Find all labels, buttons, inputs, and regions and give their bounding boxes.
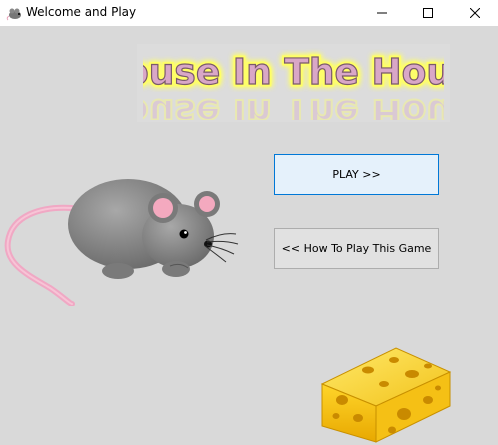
- how-to-play-button[interactable]: << How To Play This Game: [274, 228, 439, 269]
- maximize-icon: [423, 8, 433, 18]
- title-bar: Welcome and Play: [0, 0, 498, 26]
- game-title: Mouse In The House Mouse In The House: [143, 50, 444, 93]
- close-button[interactable]: [452, 0, 498, 26]
- maximize-button[interactable]: [405, 0, 451, 26]
- window-client-area: Mouse In The House Mouse In The House Mo…: [0, 26, 498, 445]
- banner-title-text: Mouse In The House: [143, 52, 444, 92]
- close-icon: [470, 8, 480, 18]
- mouse-icon: [6, 8, 21, 21]
- mouse-illustration: [4, 179, 239, 306]
- minimize-icon: [377, 12, 387, 14]
- cheese-illustration: [320, 347, 452, 443]
- banner-reflection-text: Mouse In The House: [143, 92, 444, 120]
- how-to-play-button-label: << How To Play This Game: [281, 242, 432, 255]
- game-title-banner: Mouse In The House Mouse In The House Mo…: [137, 44, 450, 122]
- play-button[interactable]: PLAY >>: [274, 154, 439, 195]
- banner-reflection: Mouse In The House: [143, 92, 444, 120]
- play-button-label: PLAY >>: [332, 168, 381, 181]
- minimize-button[interactable]: [359, 0, 405, 26]
- window-title: Welcome and Play: [26, 5, 137, 19]
